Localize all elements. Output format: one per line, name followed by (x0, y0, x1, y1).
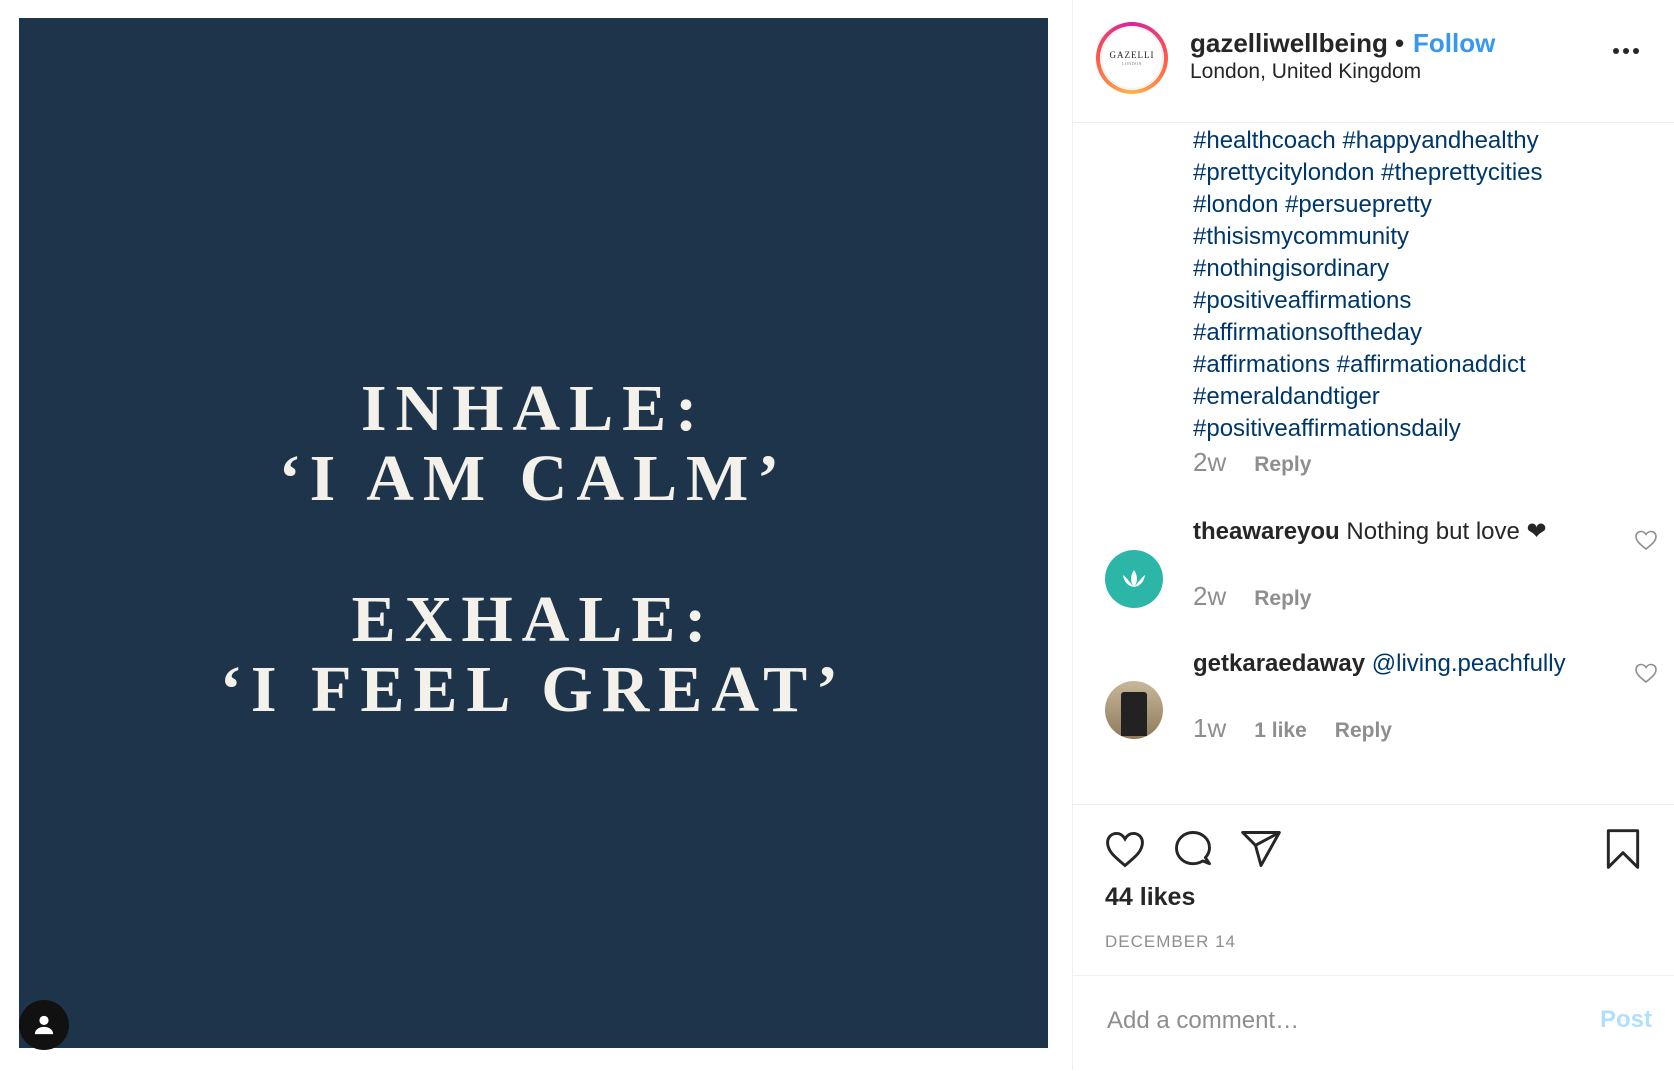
avatar-logo-text: GAZELLI (1109, 50, 1155, 60)
hashtag-line[interactable]: #nothingisordinary (1193, 253, 1663, 285)
caption-time[interactable]: 2w (1193, 447, 1226, 478)
comment-meta: 1w 1 like Reply (1193, 713, 1392, 744)
hashtag-line[interactable]: #prettycitylondon #theprettycities (1193, 157, 1663, 189)
hashtag-line[interactable]: #thisismycommunity (1193, 221, 1663, 253)
commenter-avatar[interactable] (1105, 550, 1163, 608)
more-options-icon[interactable] (1613, 48, 1639, 54)
hashtag-line[interactable]: #emeraldandtiger (1193, 381, 1663, 413)
comment-mention[interactable]: @living.peachfully (1372, 650, 1566, 677)
like-count[interactable]: 44 likes (1105, 883, 1195, 912)
comments-list[interactable]: #healthcoach #happyandhealthy #prettycit… (1073, 123, 1674, 803)
caption-hashtags: #healthcoach #happyandhealthy #prettycit… (1193, 125, 1663, 445)
comment-time[interactable]: 2w (1193, 581, 1226, 612)
post-date[interactable]: DECEMBER 14 (1105, 932, 1236, 952)
hashtag-line[interactable]: #healthcoach #happyandhealthy (1193, 125, 1663, 157)
comment-like-count[interactable]: 1 like (1254, 719, 1307, 743)
quote-line-4: ‘I FEEL GREAT’ (219, 653, 848, 726)
comment-body: getkaraedaway @living.peachfully (1193, 650, 1566, 678)
share-icon[interactable] (1239, 827, 1283, 871)
avatar-logo-subtext: LONDON (1122, 61, 1142, 66)
lotus-icon (1123, 570, 1145, 587)
post-comment-button[interactable]: Post (1600, 1006, 1652, 1034)
heart-icon[interactable] (1103, 827, 1147, 871)
quote-line-3: EXHALE: (351, 583, 716, 656)
comment-reply-button[interactable]: Reply (1335, 719, 1392, 743)
comment-meta: 2w Reply (1193, 581, 1311, 612)
profile-avatar[interactable]: GAZELLI LONDON (1096, 22, 1168, 94)
quote-line-1: INHALE: (360, 372, 707, 445)
comment-like-heart-icon[interactable] (1634, 661, 1658, 685)
commenter-avatar[interactable] (1105, 681, 1163, 739)
comment-body: theawareyou Nothing but love ❤ (1193, 517, 1547, 546)
post-actions: 44 likes DECEMBER 14 (1073, 804, 1674, 975)
bookmark-icon[interactable] (1601, 827, 1645, 871)
post-image[interactable]: INHALE: ‘I AM CALM’ EXHALE: ‘I FEEL GREA… (19, 18, 1048, 1048)
comment-input[interactable] (1105, 1000, 1549, 1042)
hashtag-line[interactable]: #affirmations #affirmationaddict (1193, 349, 1663, 381)
comment-icon[interactable] (1171, 827, 1215, 871)
profile-username[interactable]: gazelliwellbeing (1190, 28, 1388, 59)
comment-time[interactable]: 1w (1193, 713, 1226, 744)
post-header: GAZELLI LONDON gazelliwellbeing • Follow… (1073, 0, 1674, 123)
comment-username[interactable]: theawareyou (1193, 518, 1340, 545)
hashtag-line[interactable]: #positiveaffirmationsdaily (1193, 413, 1663, 445)
add-comment-bar: Post (1073, 975, 1674, 1071)
hashtag-line[interactable]: #positiveaffirmations (1193, 285, 1663, 317)
caption-meta: 2w Reply (1193, 447, 1311, 478)
hashtag-line[interactable]: #london #persuepretty (1193, 189, 1663, 221)
comment-text: Nothing but love ❤ (1346, 518, 1547, 545)
location-link[interactable]: London, United Kingdom (1190, 60, 1421, 84)
caption-reply-button[interactable]: Reply (1254, 453, 1311, 477)
comment-username[interactable]: getkaraedaway (1193, 650, 1365, 677)
hashtag-line[interactable]: #affirmationsoftheday (1193, 317, 1663, 349)
comment-reply-button[interactable]: Reply (1254, 587, 1311, 611)
comment-like-heart-icon[interactable] (1634, 528, 1658, 552)
follow-button[interactable]: Follow (1413, 28, 1495, 59)
quote-line-2: ‘I AM CALM’ (278, 442, 789, 515)
separator-dot: • (1395, 28, 1405, 58)
post-side-panel: GAZELLI LONDON gazelliwellbeing • Follow… (1072, 0, 1674, 1070)
user-tag-icon[interactable] (19, 1000, 69, 1050)
